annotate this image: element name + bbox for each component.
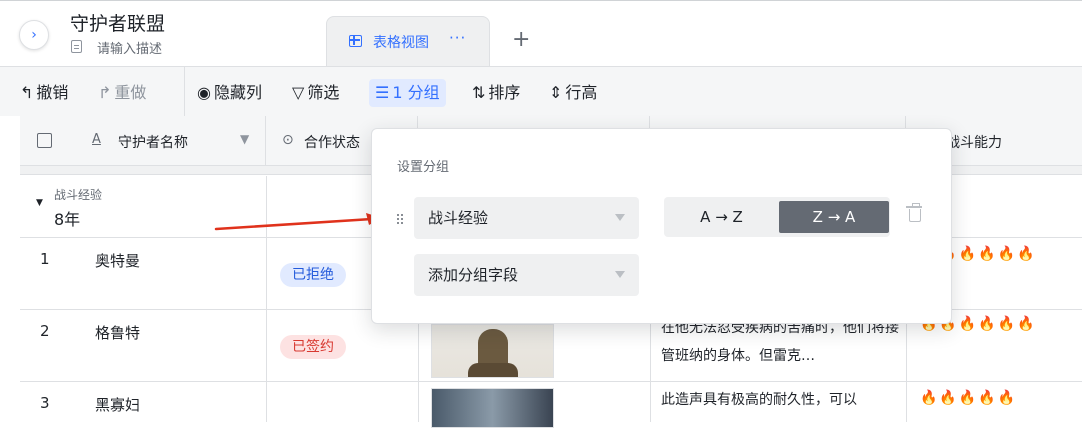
add-view-button[interactable]: +: [512, 25, 530, 55]
column-divider: [418, 382, 419, 422]
filter-button[interactable]: ▽ 筛选: [292, 79, 339, 107]
column-divider: [266, 382, 267, 422]
group-button[interactable]: ☰ 1 分组: [369, 79, 446, 107]
combat-rating: 🔥🔥🔥🔥🔥: [920, 390, 1018, 406]
description-text: 此造声具有极高的耐久性，可以: [661, 392, 857, 408]
redo-button[interactable]: ↱ 重做: [98, 79, 146, 107]
chevron-right-icon: ›: [31, 27, 37, 43]
table-icon: [349, 35, 362, 47]
drag-handle-icon[interactable]: [397, 214, 403, 226]
group-settings-popup: 设置分组 战斗经验 添加分组字段 A → Z Z → A: [371, 128, 952, 324]
row-number: 1: [40, 250, 50, 268]
column-divider: [266, 238, 267, 310]
hide-columns-button[interactable]: ◉ 隐藏列: [197, 79, 262, 107]
sort-label: 排序: [488, 83, 521, 102]
redo-label: 重做: [114, 83, 147, 102]
undo-button[interactable]: ↰ 撤销: [20, 79, 68, 107]
description-input[interactable]: 请输入描述: [97, 38, 162, 57]
sort-icon: ⇅: [472, 83, 486, 102]
character-photo[interactable]: [431, 388, 554, 428]
guardian-name: 格鲁特: [95, 324, 141, 342]
row-number: 3: [40, 394, 50, 412]
document-icon: [71, 40, 82, 53]
filter-label: 筛选: [307, 83, 340, 102]
figure-body: [468, 363, 518, 377]
row-height-label: 行高: [565, 83, 598, 102]
undo-label: 撤销: [36, 83, 69, 102]
guardian-name: 奥特曼: [95, 252, 141, 270]
row-height-button[interactable]: ⇕ 行高: [549, 79, 597, 107]
caret-down-icon: [615, 214, 625, 221]
guardian-name: 黑寡妇: [95, 396, 141, 414]
page-title: 守护者联盟: [70, 13, 166, 35]
trash-icon[interactable]: [906, 203, 922, 222]
filter-icon: ▽: [292, 83, 305, 102]
status-badge: 已拒绝: [280, 263, 346, 287]
character-photo[interactable]: [431, 324, 554, 378]
column-header-label: 守护者名称: [118, 135, 188, 151]
tab-table-view[interactable]: 表格视图 ···: [326, 16, 490, 66]
eye-icon: ◉: [197, 83, 211, 102]
redo-icon: ↱: [98, 83, 112, 102]
popup-title: 设置分组: [397, 160, 450, 175]
undo-icon: ↰: [20, 83, 34, 102]
group-field-value: 战斗经验: [428, 209, 489, 227]
annotation-arrow: [214, 213, 382, 231]
add-group-field-select[interactable]: 添加分组字段: [414, 254, 639, 296]
column-header-name[interactable]: A 守护者名称 ▼: [20, 116, 266, 166]
caret-down-icon: [615, 271, 625, 278]
sort-ascending-option[interactable]: A → Z: [664, 197, 779, 237]
top-border: [0, 0, 1082, 1]
toolbar: ↰ 撤销 ↱ 重做 ◉ 隐藏列 ▽ 筛选 ☰ 1 分组 ⇅ 排序 ⇕ 行高: [0, 66, 1082, 117]
column-divider: [906, 382, 907, 422]
table-row[interactable]: 3 黑寡妇 此造声具有极高的耐久性，可以 🔥🔥🔥🔥🔥: [20, 382, 1082, 428]
sort-descending-option[interactable]: Z → A: [779, 201, 889, 233]
add-group-field-label: 添加分组字段: [428, 266, 519, 284]
group-value: 8年: [54, 210, 81, 229]
caret-down-icon[interactable]: ▼: [240, 132, 249, 146]
column-divider: [266, 310, 267, 382]
row-number: 2: [40, 322, 50, 340]
sort-order-toggle: A → Z Z → A: [664, 197, 890, 237]
status-field-icon: ⊙: [282, 132, 294, 148]
row-height-icon: ⇕: [549, 83, 563, 102]
column-header-label: 战斗能力: [946, 135, 1002, 151]
column-header-label: 合作状态: [304, 135, 360, 151]
text-field-icon: A: [92, 132, 101, 147]
more-options-icon[interactable]: ···: [449, 29, 466, 47]
group-field-select[interactable]: 战斗经验: [414, 197, 639, 239]
group-field-label: 战斗经验: [54, 188, 103, 202]
toolbar-divider: [184, 67, 185, 117]
select-all-checkbox[interactable]: [37, 133, 52, 148]
tab-table-view-label: 表格视图: [373, 35, 429, 51]
sort-button[interactable]: ⇅ 排序: [472, 79, 520, 107]
hide-columns-label: 隐藏列: [213, 83, 262, 102]
list-icon: ☰: [375, 83, 390, 102]
group-label: 1 分组: [392, 83, 440, 102]
collapse-icon[interactable]: ▼: [36, 198, 43, 208]
column-divider: [650, 382, 651, 422]
status-badge: 已签约: [280, 335, 346, 359]
expand-sidebar-button[interactable]: ›: [19, 20, 49, 50]
